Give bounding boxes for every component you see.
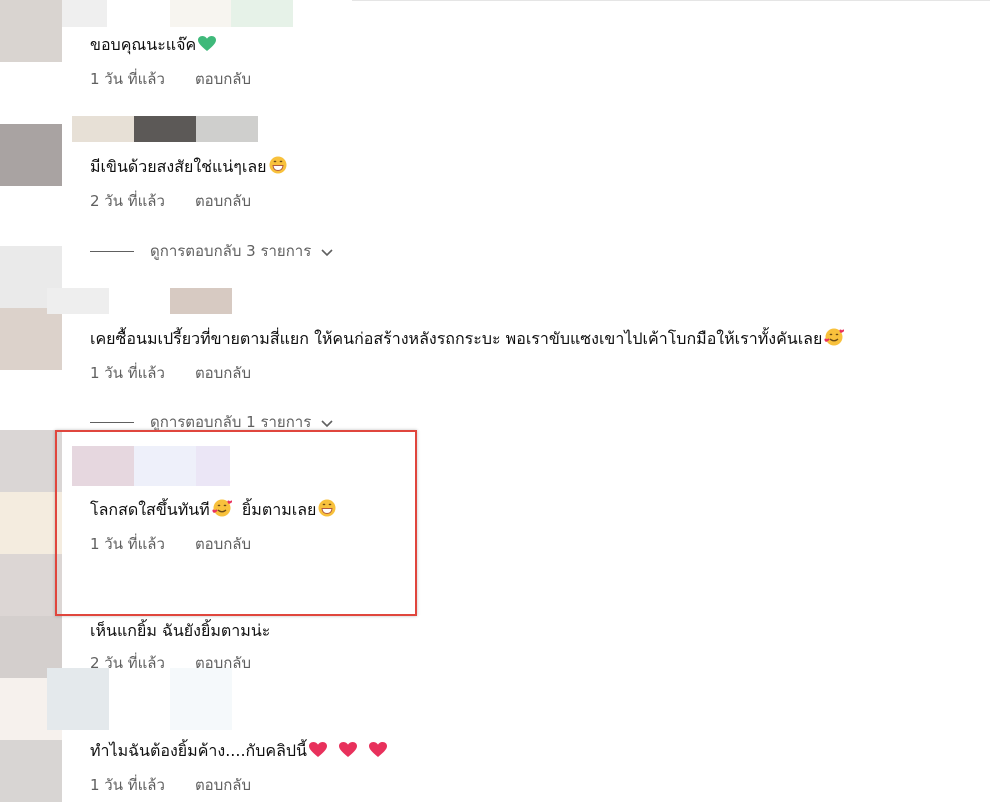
comment-time: 1 วัน ที่แล้ว bbox=[90, 364, 165, 382]
replies-divider bbox=[90, 422, 134, 423]
avatar[interactable] bbox=[0, 124, 62, 186]
blurred-name-6b bbox=[170, 668, 232, 730]
comment-time: 1 วัน ที่แล้ว bbox=[90, 70, 165, 88]
comment: มีเขินด้วยสงสัยใช่แน่ๆเลย 2 วัน ที่แล้ว ต… bbox=[90, 156, 287, 213]
comment-time: 2 วัน ที่แล้ว bbox=[90, 654, 165, 672]
blurred-name-1b bbox=[170, 0, 232, 27]
avatar[interactable] bbox=[0, 554, 62, 616]
view-replies-button[interactable]: ดูการตอบกลับ 3 รายการ bbox=[90, 239, 333, 263]
blurred-name-2b bbox=[134, 116, 196, 142]
chevron-down-icon bbox=[321, 414, 333, 432]
replies-divider bbox=[90, 251, 134, 252]
avatar[interactable] bbox=[0, 492, 62, 554]
avatar[interactable] bbox=[0, 308, 62, 370]
comment-text: ขอบคุณนะแจ๊ค bbox=[90, 35, 251, 57]
avatar[interactable] bbox=[0, 430, 62, 492]
blurred-name-3b bbox=[170, 288, 232, 314]
comment-text: ทำไมฉันต้องยิ้มค้าง....กับคลิปนี้ bbox=[90, 741, 388, 763]
blurred-name-1c bbox=[231, 0, 293, 27]
heart-icon bbox=[339, 742, 358, 763]
green-heart-icon bbox=[198, 36, 217, 57]
avatar[interactable] bbox=[0, 740, 62, 802]
grin-emoji-icon bbox=[269, 156, 287, 179]
heart-icon bbox=[308, 742, 327, 763]
highlight-box bbox=[55, 430, 417, 616]
reply-button[interactable]: ตอบกลับ bbox=[195, 773, 251, 797]
comment: เห็นแกยิ้ม ฉันยังยิ้มตามน่ะ 2 วัน ที่แล้… bbox=[90, 621, 270, 675]
chevron-down-icon bbox=[321, 243, 333, 261]
heart-icon bbox=[369, 742, 388, 763]
reply-button[interactable]: ตอบกลับ bbox=[195, 651, 251, 675]
blurred-name-6a bbox=[47, 668, 109, 730]
comment-text: เคยซื้อนมเปรี้ยวที่ขายตามสี่แยก ให้คนก่อ… bbox=[90, 328, 845, 351]
comment-text: มีเขินด้วยสงสัยใช่แน่ๆเลย bbox=[90, 156, 287, 179]
reply-button[interactable]: ตอบกลับ bbox=[195, 189, 251, 213]
blurred-name-2c bbox=[196, 116, 258, 142]
reply-button[interactable]: ตอบกลับ bbox=[195, 67, 251, 91]
top-divider bbox=[352, 0, 990, 1]
blurred-name-3a bbox=[47, 288, 109, 314]
view-replies-label: ดูการตอบกลับ 1 รายการ bbox=[150, 413, 312, 431]
view-replies-label: ดูการตอบกลับ 3 รายการ bbox=[150, 242, 312, 260]
avatar[interactable] bbox=[0, 0, 62, 62]
comment-time: 1 วัน ที่แล้ว bbox=[90, 776, 165, 794]
blurred-name-2a bbox=[72, 116, 134, 142]
comment-time: 2 วัน ที่แล้ว bbox=[90, 192, 165, 210]
comment-text: เห็นแกยิ้ม ฉันยังยิ้มตามน่ะ bbox=[90, 621, 271, 640]
comment: ทำไมฉันต้องยิ้มค้าง....กับคลิปนี้ 1 วัน … bbox=[90, 741, 388, 797]
comment: ขอบคุณนะแจ๊ค 1 วัน ที่แล้ว ตอบกลับ bbox=[90, 35, 251, 91]
reply-button[interactable]: ตอบกลับ bbox=[195, 361, 251, 385]
smiling-hearts-emoji-icon bbox=[824, 328, 845, 351]
comment: เคยซื้อนมเปรี้ยวที่ขายตามสี่แยก ให้คนก่อ… bbox=[90, 328, 845, 385]
